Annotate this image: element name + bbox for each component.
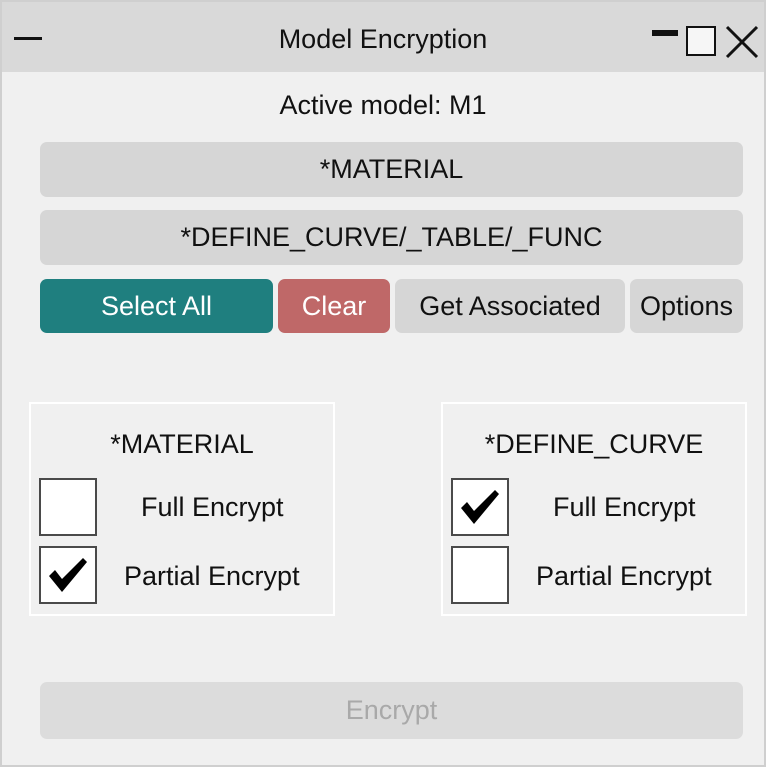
material-full-encrypt-checkbox[interactable] bbox=[39, 478, 97, 536]
material-panel-title: *MATERIAL bbox=[110, 429, 254, 459]
maximize-icon[interactable] bbox=[686, 26, 716, 56]
close-icon[interactable] bbox=[724, 24, 760, 60]
checkmark-icon bbox=[461, 490, 499, 524]
active-model-label: Active model: M1 bbox=[279, 90, 487, 120]
select-all-button[interactable]: Select All bbox=[40, 279, 273, 333]
clear-button[interactable]: Clear bbox=[278, 279, 390, 333]
options-button[interactable]: Options bbox=[630, 279, 743, 333]
minimize-icon[interactable] bbox=[652, 30, 678, 36]
material-keyword-button[interactable]: *MATERIAL bbox=[40, 142, 743, 197]
title-bar[interactable]: Model Encryption bbox=[2, 2, 764, 72]
define-curve-full-encrypt-checkbox[interactable] bbox=[451, 478, 509, 536]
define-curve-encrypt-panel: *DEFINE_CURVE Full Encrypt Partial Encry… bbox=[441, 402, 747, 616]
define-curve-partial-encrypt-checkbox[interactable] bbox=[451, 546, 509, 604]
checkmark-icon bbox=[49, 558, 87, 592]
define-curve-panel-title: *DEFINE_CURVE bbox=[484, 429, 704, 459]
define-curve-full-encrypt-label: Full Encrypt bbox=[553, 492, 696, 522]
material-partial-encrypt-checkbox[interactable] bbox=[39, 546, 97, 604]
window-title: Model Encryption bbox=[278, 24, 488, 54]
material-encrypt-panel: *MATERIAL Full Encrypt Partial Encrypt bbox=[29, 402, 335, 616]
get-associated-button[interactable]: Get Associated bbox=[395, 279, 625, 333]
model-encryption-window: Model Encryption Active model: M1 *MATER… bbox=[0, 0, 766, 767]
encrypt-button[interactable]: Encrypt bbox=[40, 682, 743, 739]
material-full-encrypt-label: Full Encrypt bbox=[141, 492, 284, 522]
material-partial-encrypt-label: Partial Encrypt bbox=[124, 561, 300, 591]
define-curve-partial-encrypt-label: Partial Encrypt bbox=[536, 561, 712, 591]
define-curve-keyword-button[interactable]: *DEFINE_CURVE/_TABLE/_FUNC bbox=[40, 210, 743, 265]
